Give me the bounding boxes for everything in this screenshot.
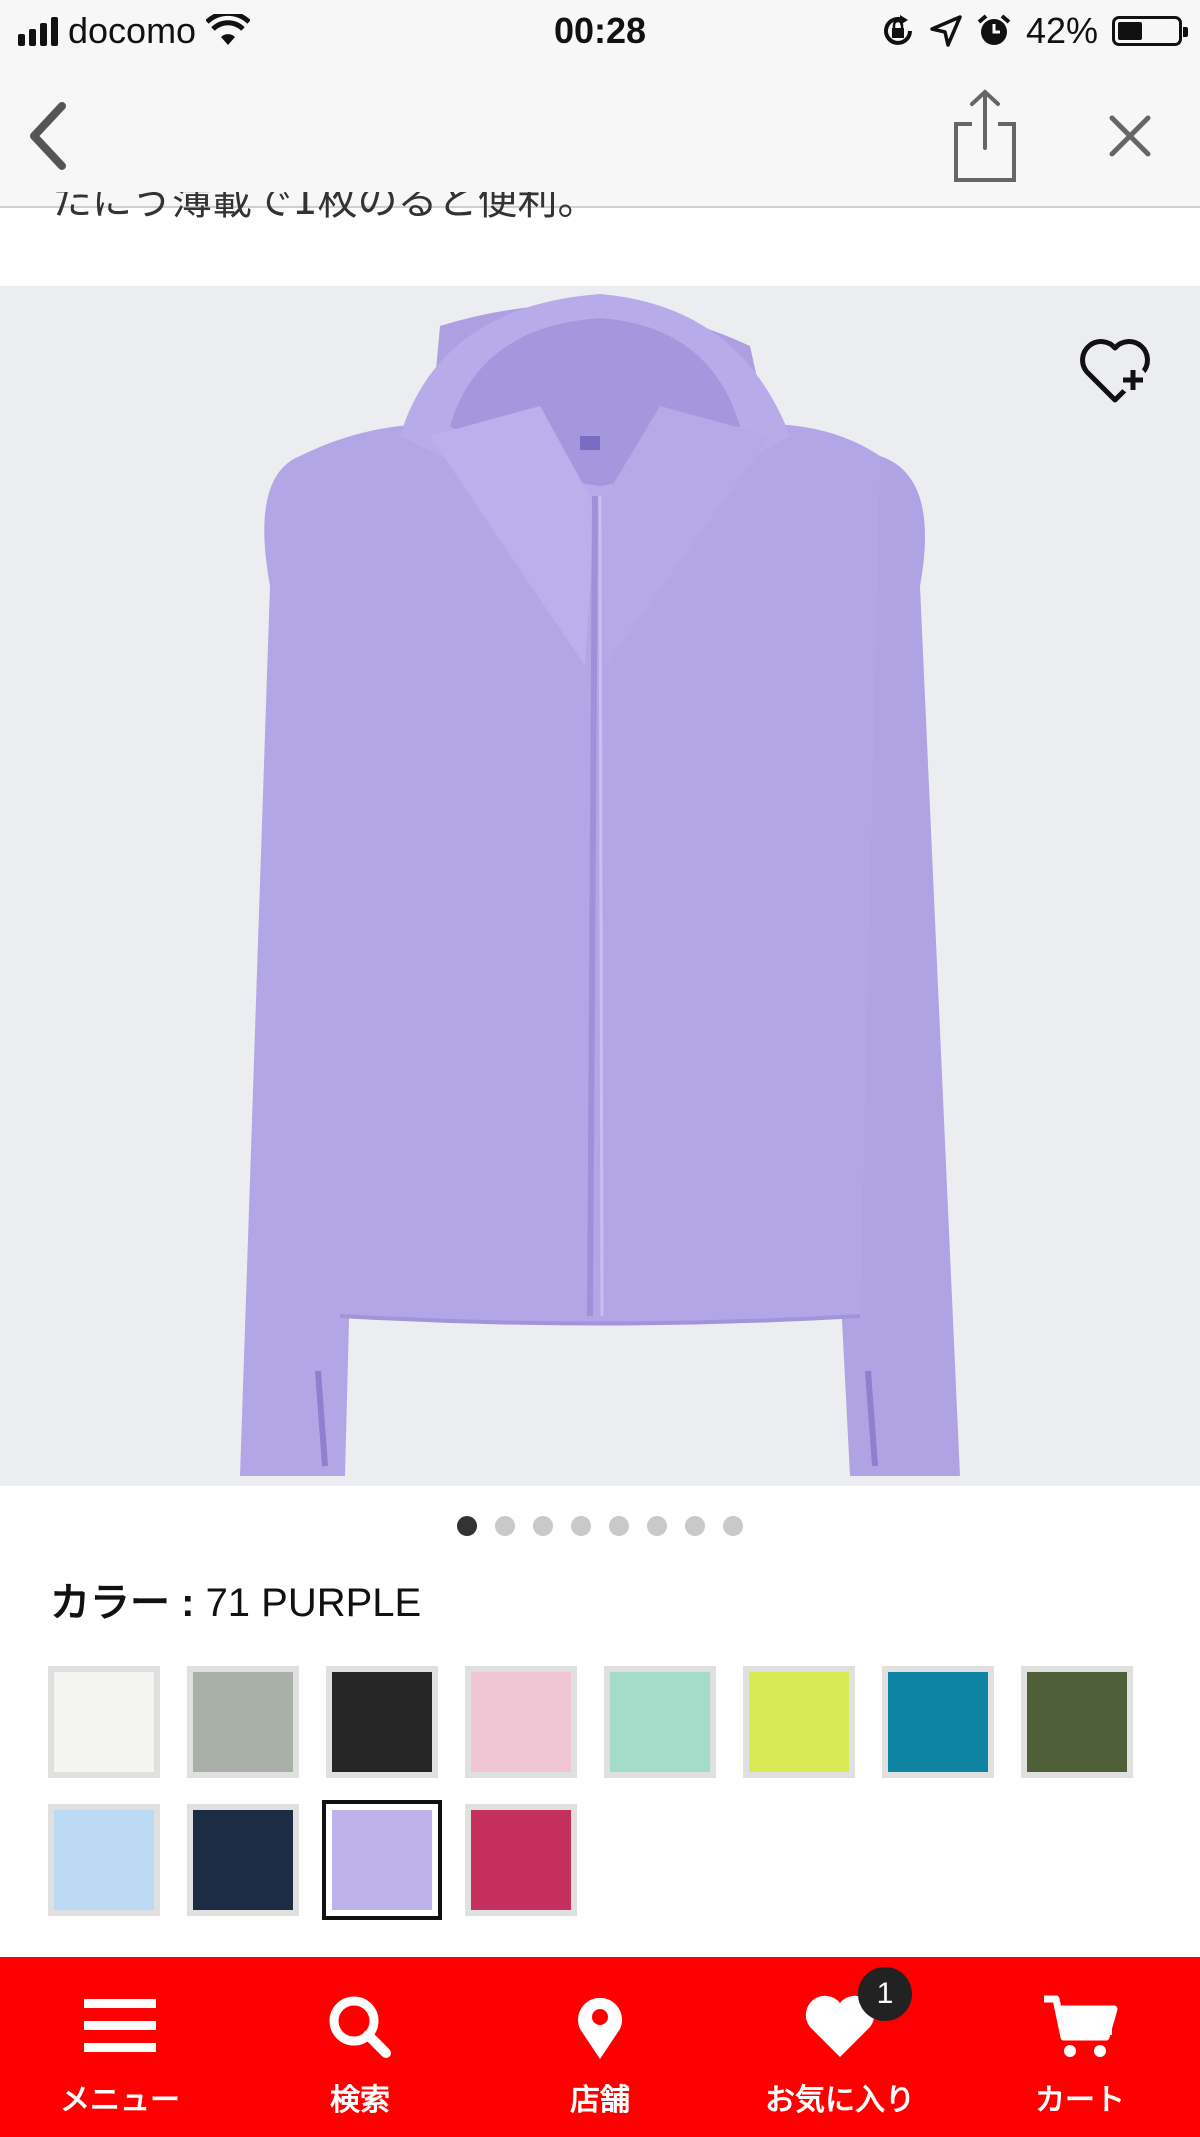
carousel-dot[interactable] bbox=[647, 1516, 667, 1536]
color-swatch[interactable] bbox=[48, 1804, 160, 1916]
carousel-dot[interactable] bbox=[571, 1516, 591, 1536]
share-icon[interactable] bbox=[950, 86, 1020, 186]
location-arrow-icon bbox=[930, 15, 962, 47]
tab-search[interactable]: 検索 bbox=[240, 1957, 480, 2137]
color-label: カラー : bbox=[50, 1581, 195, 1625]
carousel-dot[interactable] bbox=[685, 1516, 705, 1536]
product-image[interactable] bbox=[0, 286, 1200, 1486]
tab-favorites[interactable]: 1 お気に入り bbox=[720, 1957, 960, 2137]
battery-percent: 42% bbox=[1025, 10, 1098, 51]
tab-label: お気に入り bbox=[765, 2083, 915, 2118]
carousel-dot[interactable] bbox=[495, 1516, 515, 1536]
carousel-dots bbox=[0, 1516, 1200, 1536]
search-icon bbox=[329, 1996, 391, 2058]
color-swatch[interactable] bbox=[743, 1666, 855, 1778]
color-swatch[interactable] bbox=[1021, 1666, 1133, 1778]
tab-cart[interactable]: カート bbox=[960, 1957, 1200, 2137]
status-right: 42% bbox=[880, 10, 1188, 52]
tab-menu[interactable]: メニュー bbox=[0, 1957, 240, 2137]
color-swatch[interactable] bbox=[48, 1666, 160, 1778]
color-swatch[interactable] bbox=[187, 1804, 299, 1916]
color-swatch[interactable] bbox=[604, 1666, 716, 1778]
purple-parka-illustration bbox=[240, 294, 960, 1476]
carousel-dot[interactable] bbox=[723, 1516, 743, 1536]
heart-plus-icon[interactable] bbox=[1075, 330, 1155, 410]
color-swatch[interactable] bbox=[326, 1666, 438, 1778]
color-swatch[interactable] bbox=[322, 1800, 442, 1920]
carousel-dot[interactable] bbox=[609, 1516, 629, 1536]
carousel-dot[interactable] bbox=[457, 1516, 477, 1536]
tab-stores[interactable]: 店舗 bbox=[480, 1957, 720, 2137]
color-label-line: カラー : 71 PURPLE bbox=[50, 1570, 421, 1628]
carousel-dot[interactable] bbox=[533, 1516, 553, 1536]
location-pin-icon bbox=[578, 1997, 622, 2059]
chevron-left-icon[interactable] bbox=[22, 96, 82, 176]
tab-label: カート bbox=[1035, 2083, 1125, 2118]
orientation-lock-icon bbox=[883, 15, 912, 45]
color-value: 71 PURPLE bbox=[205, 1581, 422, 1625]
color-swatch-grid bbox=[48, 1666, 1152, 1920]
bottom-tab-bar: メニュー 検索 店舗 1 お気に入り カート bbox=[0, 1957, 1200, 2137]
color-swatch[interactable] bbox=[465, 1666, 577, 1778]
status-bar: docomo 00:28 42% bbox=[0, 0, 1200, 66]
tab-label: 検索 bbox=[330, 2083, 390, 2118]
favorites-badge: 1 bbox=[858, 1967, 912, 2021]
tab-label: メニュー bbox=[60, 2083, 180, 2118]
battery-icon bbox=[1112, 16, 1188, 46]
tab-label: 店舗 bbox=[570, 2083, 630, 2118]
color-swatch[interactable] bbox=[465, 1804, 577, 1916]
menu-icon bbox=[84, 1999, 156, 2052]
cart-icon bbox=[1044, 1995, 1118, 2057]
color-swatch[interactable] bbox=[882, 1666, 994, 1778]
browser-nav-bar bbox=[0, 66, 1200, 208]
close-icon[interactable] bbox=[1100, 106, 1160, 166]
color-swatch[interactable] bbox=[187, 1666, 299, 1778]
alarm-icon bbox=[977, 14, 1011, 45]
